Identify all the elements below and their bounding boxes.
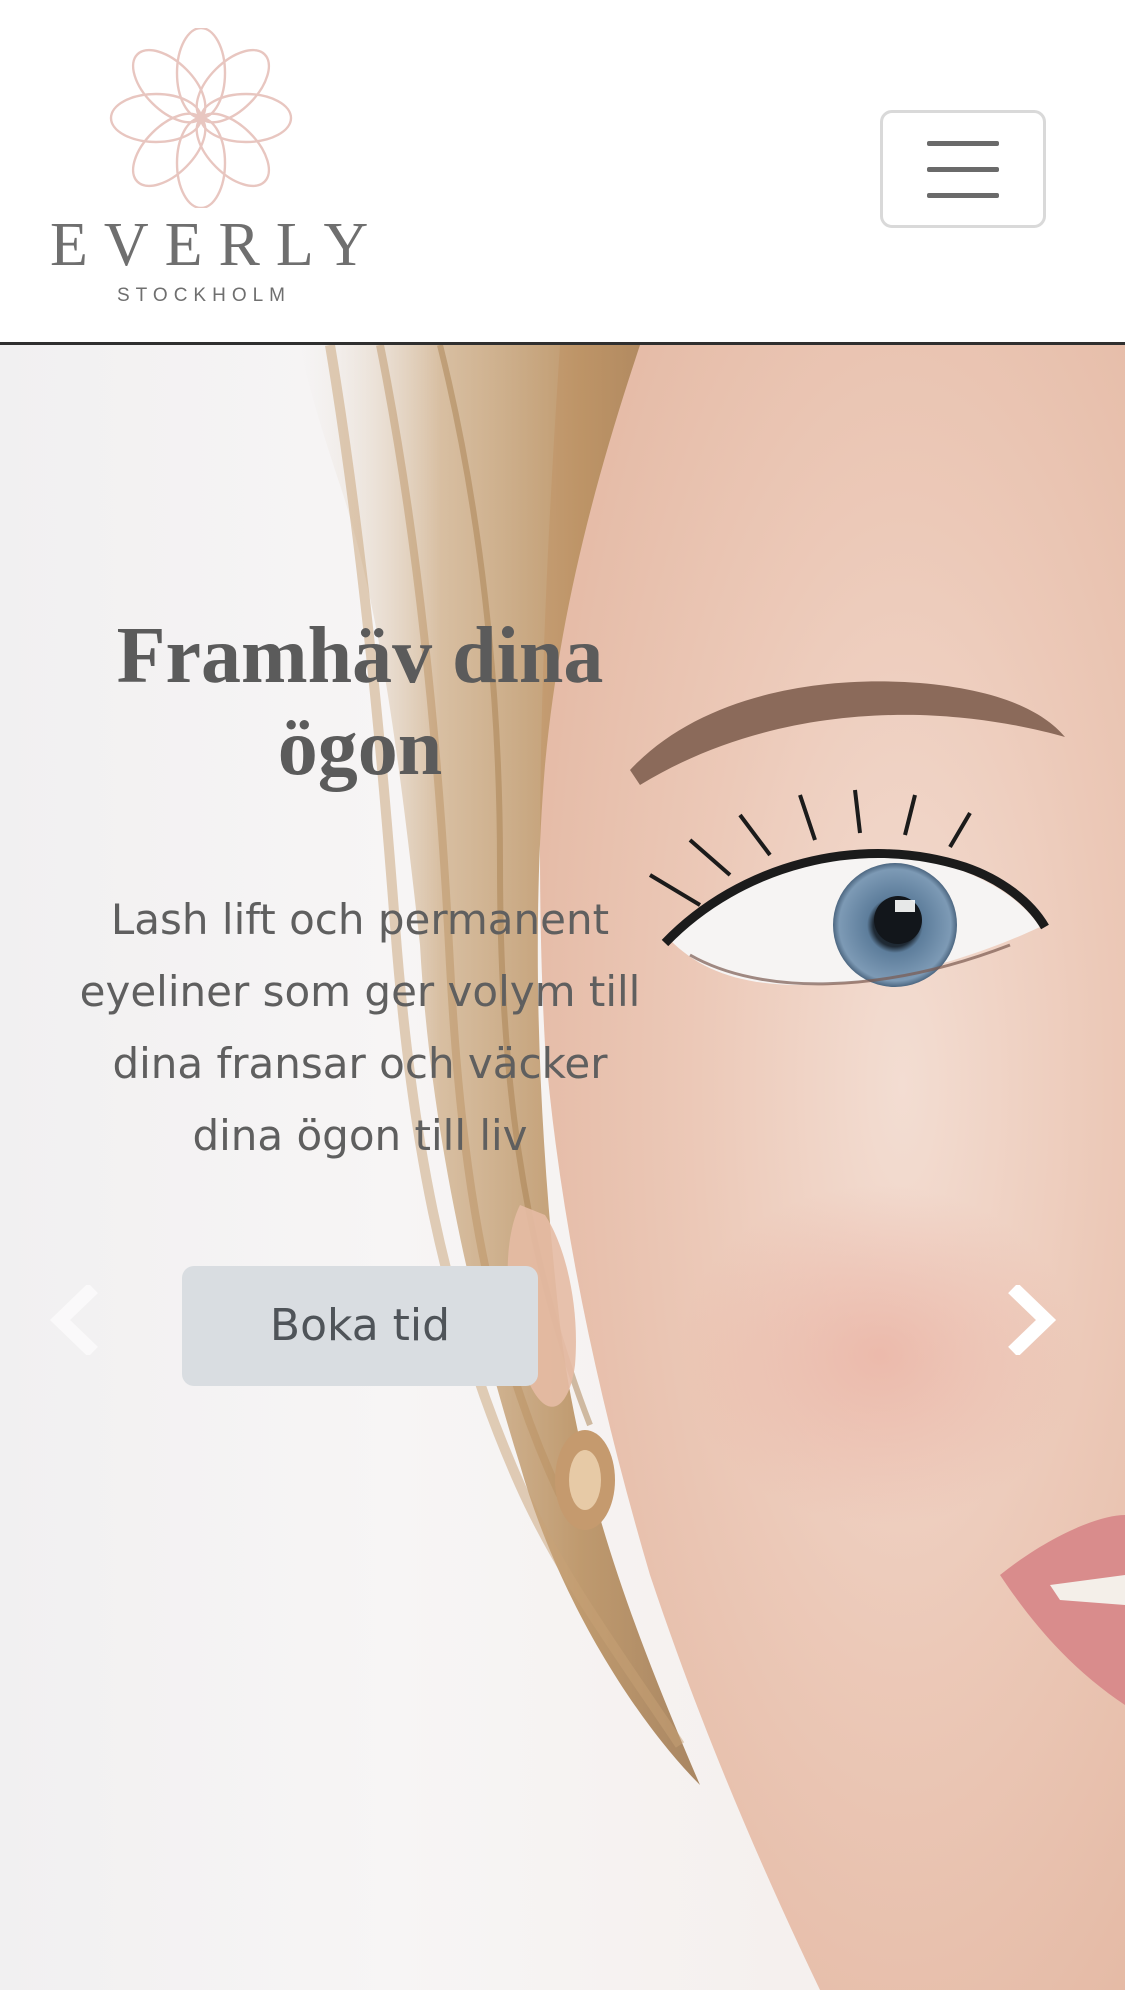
hero-title: Framhäv dina ögon (60, 610, 660, 794)
hero-carousel: Framhäv dina ögon Lash lift och permanen… (0, 345, 1125, 1990)
hero-text-line1: Lash lift och permanent (110, 895, 610, 944)
site-header: EVERLY STOCKHOLM (0, 0, 1125, 345)
brand-location: STOCKHOLM (116, 285, 291, 306)
brand-name: EVERLY (50, 211, 385, 279)
hero-title-line2: ögon (277, 704, 443, 792)
flower-logo-icon (109, 28, 293, 208)
hero-text-line3: dina fransar och väcker (112, 1039, 608, 1088)
carousel-prev-button[interactable] (46, 1283, 106, 1357)
chevron-left-icon (49, 1283, 98, 1357)
carousel-next-button[interactable] (1000, 1283, 1060, 1357)
brand-logo[interactable]: EVERLY STOCKHOLM (40, 28, 385, 318)
hero-description: Lash lift och permanent eyeliner som ger… (60, 884, 660, 1172)
hero-caption: Framhäv dina ögon Lash lift och permanen… (60, 610, 660, 1386)
book-appointment-button[interactable]: Boka tid (182, 1266, 538, 1386)
menu-toggle-button[interactable] (880, 110, 1046, 228)
hero-title-line1: Framhäv dina (116, 612, 604, 700)
hero-text-line4: dina ögon till liv (192, 1111, 528, 1160)
hero-text-line2: eyeliner som ger volym till (79, 967, 641, 1016)
chevron-right-icon (1008, 1283, 1057, 1357)
page: EVERLY STOCKHOLM Framhäv dina ögon Lash … (0, 0, 1125, 1990)
